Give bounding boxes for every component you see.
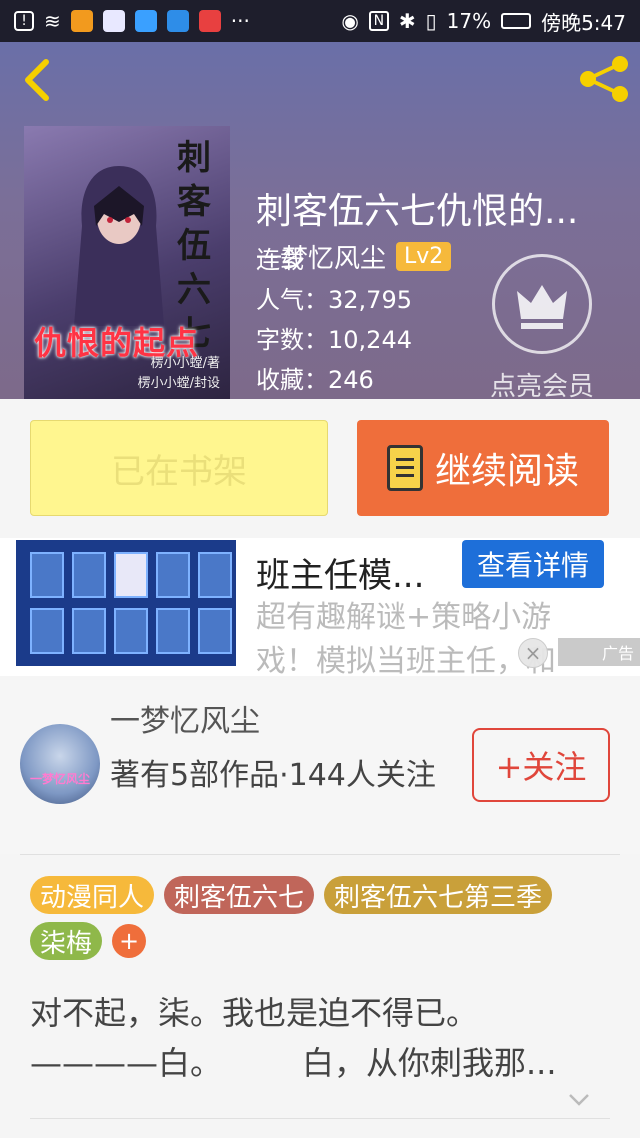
book-icon (386, 445, 423, 491)
ad-thumb-tile (156, 552, 190, 598)
app-notification-icon (102, 10, 125, 32)
ad-banner[interactable]: 班主任模... 查看详情 超有趣解谜+策略小游戏！模拟当班主任，和 广告 × (0, 538, 640, 676)
continue-reading-button[interactable]: 继续阅读 (357, 420, 609, 516)
cloud-icon (134, 10, 157, 32)
cover-credit-author: 楞小小螳/著 (150, 356, 220, 371)
continue-reading-label: 继续阅读 (434, 451, 579, 492)
vibrate-icon: ▯ (425, 9, 437, 33)
ad-thumb-tile (30, 608, 64, 654)
ad-label: 广告 (558, 638, 640, 666)
battery-percent: 17% (446, 9, 492, 33)
battery-icon (501, 13, 532, 29)
ad-title[interactable]: 班主任模... (256, 548, 446, 597)
book-header: 刺 客 伍 六 七 仇恨的起点 楞小小螳/著 楞小小螳/封设 刺客伍六七仇恨的.… (0, 42, 640, 399)
share-button[interactable] (576, 54, 632, 104)
divider (20, 854, 620, 855)
word-count-stat: 字数：10,244 (256, 326, 412, 354)
divider (30, 1118, 610, 1119)
tag-item[interactable]: 刺客伍六七第三季 (324, 876, 553, 914)
ad-thumb-tile (198, 608, 232, 654)
ad-detail-button[interactable]: 查看详情 (462, 540, 604, 588)
add-tag-button[interactable]: + (112, 924, 147, 958)
status-bar: ! ≋ ··· ◉ N ✱ ▯ 17% 傍晚5:47 (0, 0, 640, 42)
ad-thumb-tile (114, 608, 148, 654)
ad-thumb-tile (72, 552, 106, 598)
author-info: 著有5部作品·144人关注 (110, 758, 436, 793)
vip-label: 点亮会员 (489, 372, 594, 399)
in-shelf-button[interactable]: 已在书架 (30, 420, 328, 516)
ad-thumb-tile (114, 552, 148, 598)
vip-button[interactable]: 点亮会员 (480, 254, 604, 399)
bluetooth-icon: ✱ (398, 9, 416, 33)
author-section-name[interactable]: 一梦忆风尘 (110, 696, 260, 740)
eye-icon: ◉ (341, 9, 359, 33)
ad-thumb-tile (156, 608, 190, 654)
chevron-down-icon[interactable] (566, 1086, 592, 1112)
more-notifications: ··· (230, 9, 250, 33)
favorites-stat: 收藏：246 (256, 366, 374, 394)
ad-description[interactable]: 超有趣解谜+策略小游戏！模拟当班主任，和 (256, 596, 596, 676)
ad-close-button[interactable]: × (518, 638, 548, 668)
synopsis-line: ————白。 白，从你刺我那... (30, 1044, 557, 1082)
cover-credit-design: 楞小小螳/封设 (137, 376, 220, 391)
popularity-stat: 人气：32,795 (256, 286, 412, 314)
avatar[interactable]: 一梦忆风尘 (20, 724, 100, 804)
ad-thumb-tile (198, 552, 232, 598)
clock: 傍晚5:47 (541, 10, 626, 35)
tag-item[interactable]: 动漫同人 (30, 876, 155, 914)
nfc-icon: N (368, 11, 389, 31)
app-notification-icon (70, 10, 93, 32)
level-badge: Lv2 (396, 242, 452, 271)
ad-thumb-tile (72, 608, 106, 654)
app-notification-icon (198, 10, 221, 32)
crown-icon (492, 254, 592, 354)
serial-status: 连载 (256, 246, 304, 274)
synopsis-line: 对不起，柒。我也是迫不得已。 (30, 994, 479, 1032)
send-icon (166, 10, 189, 32)
author-section: 一梦忆风尘 一梦忆风尘 著有5部作品·144人关注 +关注 (0, 680, 640, 854)
back-button[interactable] (18, 56, 58, 104)
tag-item[interactable]: 刺客伍六七 (164, 876, 315, 914)
tag-list: 动漫同人 刺客伍六七 刺客伍六七第三季 柒梅 + (30, 876, 620, 960)
ad-thumb-tile (30, 552, 64, 598)
tag-item[interactable]: 柒梅 (30, 922, 103, 960)
synopsis[interactable]: 对不起，柒。我也是迫不得已。 ————白。 白，从你刺我那... (30, 988, 610, 1088)
wifi-icon: ≋ (44, 9, 61, 33)
book-title: 刺客伍六七仇恨的... (256, 191, 579, 232)
book-cover[interactable]: 刺 客 伍 六 七 仇恨的起点 楞小小螳/著 楞小小螳/封设 (24, 126, 230, 399)
avatar-text: 一梦忆风尘 (29, 772, 90, 786)
ad-thumbnail[interactable] (16, 540, 236, 666)
in-shelf-label: 已在书架 (111, 451, 247, 492)
follow-button[interactable]: +关注 (472, 728, 610, 802)
cover-illustration (74, 166, 164, 326)
alert-icon: ! (14, 11, 34, 31)
